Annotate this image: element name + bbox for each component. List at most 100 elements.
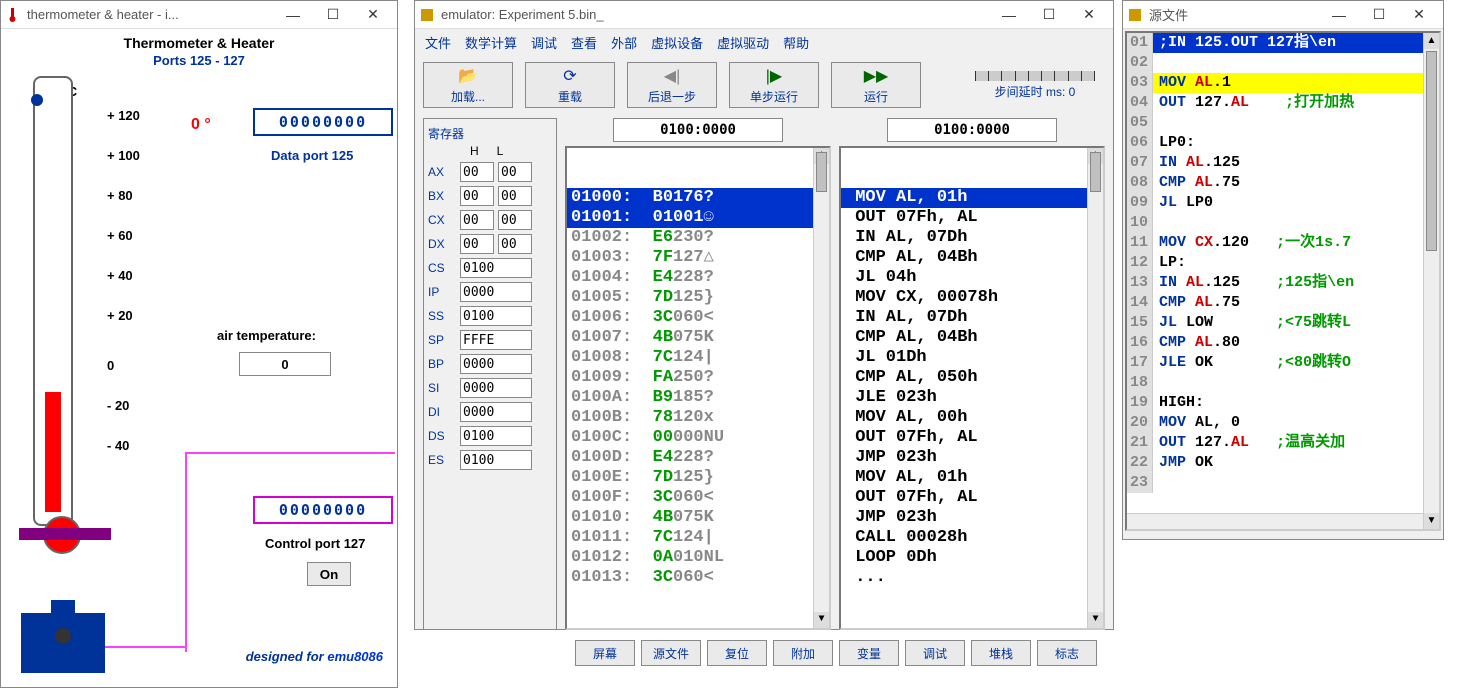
reg-AX-h[interactable]	[460, 162, 494, 182]
bottom-button[interactable]: 堆栈	[971, 640, 1031, 666]
memory-row[interactable]: 0100A: B9 185 ?	[567, 388, 829, 408]
menu-item[interactable]: 文件	[425, 33, 451, 52]
data-port-value[interactable]: 00000000	[253, 108, 393, 136]
source-line[interactable]: 14CMP AL.75	[1127, 293, 1439, 313]
source-listing[interactable]: 01;IN 125.OUT 127指\en0203MOV AL.104OUT 1…	[1125, 31, 1441, 531]
source-line[interactable]: 18	[1127, 373, 1439, 393]
memory-row[interactable]: 01009: FA 250 ?	[567, 368, 829, 388]
titlebar[interactable]: thermometer & heater - i... — ☐ ✕	[1, 1, 397, 29]
source-line[interactable]: 01;IN 125.OUT 127指\en	[1127, 33, 1439, 53]
asm-row[interactable]: MOV CX, 00078h	[841, 288, 1103, 308]
menu-item[interactable]: 查看	[571, 33, 597, 52]
close-button[interactable]: ✕	[1069, 4, 1109, 26]
asm-row[interactable]: CALL 00028h	[841, 528, 1103, 548]
maximize-button[interactable]: ☐	[1359, 4, 1399, 26]
asm-row[interactable]: CMP AL, 04Bh	[841, 248, 1103, 268]
scrollbar-v[interactable]: ▲▼	[1423, 33, 1439, 529]
reg-CX-h[interactable]	[460, 210, 494, 230]
maximize-button[interactable]: ☐	[313, 4, 353, 26]
emu8086-link[interactable]: emu8086	[327, 649, 383, 664]
source-line[interactable]: 08CMP AL.75	[1127, 173, 1439, 193]
bottom-button[interactable]: 复位	[707, 640, 767, 666]
asm-row[interactable]: JMP 023h	[841, 508, 1103, 528]
source-line[interactable]: 12LP:	[1127, 253, 1439, 273]
source-line[interactable]: 20MOV AL, 0	[1127, 413, 1439, 433]
memory-row[interactable]: 01008: 7C 124 |	[567, 348, 829, 368]
titlebar[interactable]: 源文件 — ☐ ✕	[1123, 1, 1443, 29]
asm-row[interactable]: JLE 023h	[841, 388, 1103, 408]
step-button[interactable]: |▶单步运行	[729, 62, 819, 108]
reload-button[interactable]: ⟳重载	[525, 62, 615, 108]
source-line[interactable]: 21OUT 127.AL ;温高关加	[1127, 433, 1439, 453]
bottom-button[interactable]: 源文件	[641, 640, 701, 666]
menu-item[interactable]: 数学计算	[465, 33, 517, 52]
reg-BP[interactable]	[460, 354, 532, 374]
source-line[interactable]: 09JL LP0	[1127, 193, 1439, 213]
source-line[interactable]: 15JL LOW ;<75跳转L	[1127, 313, 1439, 333]
asm-row[interactable]: JMP 023h	[841, 448, 1103, 468]
asm-row[interactable]: MOV AL, 01h	[841, 188, 1103, 208]
source-line[interactable]: 23	[1127, 473, 1439, 493]
asm-row[interactable]: IN AL, 07Dh	[841, 308, 1103, 328]
asm-row[interactable]: MOV AL, 01h	[841, 468, 1103, 488]
air-temp-input[interactable]: 0	[239, 352, 331, 376]
minimize-button[interactable]: —	[273, 4, 313, 26]
asm-row[interactable]: JL 04h	[841, 268, 1103, 288]
memory-row[interactable]: 0100F: 3C 060 <	[567, 488, 829, 508]
menu-item[interactable]: 外部	[611, 33, 637, 52]
memory-row[interactable]: 0100D: E4 228 ?	[567, 448, 829, 468]
memory-row[interactable]: 01004: E4 228 ?	[567, 268, 829, 288]
source-line[interactable]: 16CMP AL.80	[1127, 333, 1439, 353]
menu-item[interactable]: 调试	[531, 33, 557, 52]
asm-row[interactable]: CMP AL, 04Bh	[841, 328, 1103, 348]
close-button[interactable]: ✕	[1399, 4, 1439, 26]
source-line[interactable]: 17JLE OK ;<80跳转O	[1127, 353, 1439, 373]
menu-item[interactable]: 虚拟驱动	[717, 33, 769, 52]
memory-row[interactable]: 01003: 7F 127 △	[567, 248, 829, 268]
disasm-address-input[interactable]	[887, 118, 1057, 142]
asm-row[interactable]: IN AL, 07Dh	[841, 228, 1103, 248]
menu-item[interactable]: 虚拟设备	[651, 33, 703, 52]
bottom-button[interactable]: 标志	[1037, 640, 1097, 666]
memory-row[interactable]: 01010: 4B 075 K	[567, 508, 829, 528]
asm-row[interactable]: CMP AL, 050h	[841, 368, 1103, 388]
source-line[interactable]: 19HIGH:	[1127, 393, 1439, 413]
asm-row[interactable]: OUT 07Fh, AL	[841, 488, 1103, 508]
memory-row[interactable]: 0100C: 00 000 NU	[567, 428, 829, 448]
reg-DI[interactable]	[460, 402, 532, 422]
memory-row[interactable]: 01011: 7C 124 |	[567, 528, 829, 548]
source-line[interactable]: 22JMP OK	[1127, 453, 1439, 473]
reg-SP[interactable]	[460, 330, 532, 350]
memory-row[interactable]: 01012: 0A 010 NL	[567, 548, 829, 568]
source-line[interactable]: 13IN AL.125 ;125指\en	[1127, 273, 1439, 293]
reg-BX-l[interactable]	[498, 186, 532, 206]
reg-IP[interactable]	[460, 282, 532, 302]
reg-CX-l[interactable]	[498, 210, 532, 230]
run-button[interactable]: ▶▶运行	[831, 62, 921, 108]
bottom-button[interactable]: 调试	[905, 640, 965, 666]
reg-ES[interactable]	[460, 450, 532, 470]
scrollbar[interactable]: ▲▼	[813, 148, 829, 628]
reg-DS[interactable]	[460, 426, 532, 446]
source-line[interactable]: 04OUT 127.AL ;打开加热	[1127, 93, 1439, 113]
source-line[interactable]: 06LP0:	[1127, 133, 1439, 153]
memory-row[interactable]: 01002: E6 230 ?	[567, 228, 829, 248]
disassembly-listing[interactable]: MOV AL, 01h OUT 07Fh, AL IN AL, 07Dh CMP…	[839, 146, 1105, 630]
reg-DX-l[interactable]	[498, 234, 532, 254]
asm-row[interactable]: LOOP 0Dh	[841, 548, 1103, 568]
scrollbar-h[interactable]	[1127, 513, 1423, 529]
memory-row[interactable]: 01007: 4B 075 K	[567, 328, 829, 348]
source-line[interactable]: 07IN AL.125	[1127, 153, 1439, 173]
bottom-button[interactable]: 附加	[773, 640, 833, 666]
memory-row[interactable]: 0100B: 78 120 x	[567, 408, 829, 428]
asm-row[interactable]: OUT 07Fh, AL	[841, 208, 1103, 228]
memory-row[interactable]: 01000: B0 176 ?	[567, 188, 829, 208]
menu-item[interactable]: 帮助	[783, 33, 809, 52]
bottom-button[interactable]: 屏幕	[575, 640, 635, 666]
maximize-button[interactable]: ☐	[1029, 4, 1069, 26]
source-line[interactable]: 02	[1127, 53, 1439, 73]
source-line[interactable]: 05	[1127, 113, 1439, 133]
memory-address-input[interactable]	[613, 118, 783, 142]
memory-row[interactable]: 01005: 7D 125 }	[567, 288, 829, 308]
minimize-button[interactable]: —	[989, 4, 1029, 26]
